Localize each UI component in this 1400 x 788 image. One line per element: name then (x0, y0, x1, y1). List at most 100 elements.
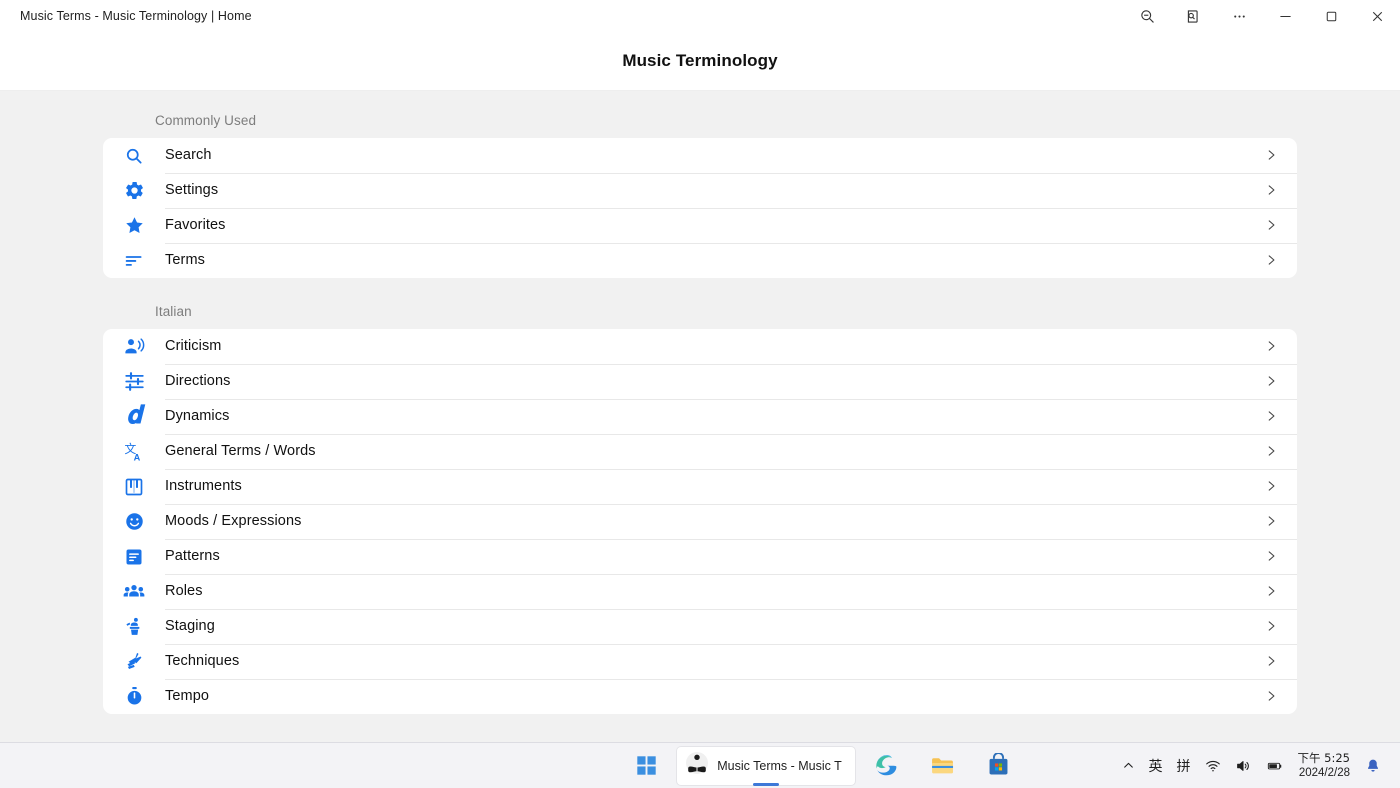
system-tray: 英 拼 下午 5:25 2024/2/28 (1115, 749, 1400, 783)
chevron-right-icon (1261, 581, 1281, 601)
list-item-settings[interactable]: Settings (103, 173, 1297, 209)
piano-keys-icon (121, 474, 147, 500)
chevron-right-icon (1261, 651, 1281, 671)
list-item-criticism[interactable]: Criticism (103, 329, 1297, 365)
list-item-terms[interactable]: Terms (103, 243, 1297, 278)
list-item-label: Patterns (165, 548, 220, 564)
chevron-right-icon (1261, 406, 1281, 426)
title-bar: Music Terms - Music Terminology | Home (0, 0, 1400, 32)
translate-icon: 文 A (121, 439, 147, 465)
list-item-label: Techniques (165, 653, 240, 669)
list-item-moods[interactable]: Moods / Expressions (103, 504, 1297, 540)
stopwatch-icon (121, 684, 147, 710)
battery-icon[interactable] (1258, 749, 1292, 783)
chevron-right-icon (1261, 180, 1281, 200)
section-label: Italian (155, 304, 192, 319)
section-commonly-used: Commonly Used Search Settings Favorites … (103, 113, 1297, 278)
tray-overflow-chevron-icon[interactable] (1115, 749, 1142, 783)
list-item-label: Dynamics (165, 408, 230, 424)
list-item-label: Directions (165, 373, 231, 389)
start-button[interactable] (620, 747, 672, 785)
notification-bell-icon[interactable] (1358, 749, 1388, 783)
list-item-directions[interactable]: Directions (103, 364, 1297, 400)
list-item-body: Criticism (165, 329, 1297, 365)
list-item-roles[interactable]: Roles (103, 574, 1297, 610)
chevron-right-icon (1261, 215, 1281, 235)
list-item-body: Tempo (165, 679, 1297, 714)
list-item-label: Instruments (165, 478, 242, 494)
music-terms-app-icon (685, 751, 709, 780)
chevron-right-icon (1261, 616, 1281, 636)
list-item-body: Patterns (165, 539, 1297, 575)
list-item-patterns[interactable]: Patterns (103, 539, 1297, 575)
list-item-label: Roles (165, 583, 203, 599)
subject-lines-icon (121, 248, 147, 274)
list-item-label: Search (165, 147, 212, 163)
chevron-right-icon (1261, 371, 1281, 391)
wifi-icon[interactable] (1198, 749, 1228, 783)
settings-gear-icon (121, 178, 147, 204)
list-item-staging[interactable]: Staging (103, 609, 1297, 645)
list-item-dynamics[interactable]: 𝐝 Dynamics (103, 399, 1297, 435)
list-item-body: Instruments (165, 469, 1297, 505)
list-item-body: Settings (165, 173, 1297, 209)
window-title: Music Terms - Music Terminology | Home (20, 9, 252, 23)
list-item-techniques[interactable]: Techniques (103, 644, 1297, 680)
clock-time: 下午 5:25 (1297, 750, 1350, 765)
maximize-icon[interactable] (1308, 0, 1354, 32)
close-icon[interactable] (1354, 0, 1400, 32)
zoom-out-icon[interactable] (1124, 0, 1170, 32)
ime-language-indicator[interactable]: 英 (1142, 749, 1170, 783)
app-window: Music Terms - Music Terminology | Home M… (0, 0, 1400, 788)
ime-mode-indicator[interactable]: 拼 (1170, 749, 1198, 783)
list-item-instruments[interactable]: Instruments (103, 469, 1297, 505)
minimize-icon[interactable] (1262, 0, 1308, 32)
forte-icon: 𝐝 (126, 402, 142, 429)
list-item-tempo[interactable]: Tempo (103, 679, 1297, 714)
list-item-label: General Terms / Words (165, 443, 316, 459)
taskbar-app-label: Music Terms - Music T (717, 758, 842, 773)
smiley-face-icon (121, 509, 147, 535)
volume-icon[interactable] (1228, 749, 1258, 783)
tune-sliders-icon (121, 369, 147, 395)
list-item-label: Moods / Expressions (165, 513, 302, 529)
list-item-label: Settings (165, 182, 219, 198)
list-item-body: Roles (165, 574, 1297, 610)
more-options-icon[interactable] (1216, 0, 1262, 32)
list-item-label: Terms (165, 252, 205, 268)
clock-date: 2024/2/28 (1298, 766, 1350, 779)
taskbar-app-file-explorer[interactable] (916, 747, 968, 785)
list-card: Criticism Directions 𝐝 Dynamics 文 A Gene… (103, 329, 1297, 714)
notes-document-icon (121, 544, 147, 570)
podium-icon (121, 614, 147, 640)
chevron-right-icon (1261, 441, 1281, 461)
list-item-body: Moods / Expressions (165, 504, 1297, 540)
list-item-favorites[interactable]: Favorites (103, 208, 1297, 244)
page-title: Music Terminology (622, 51, 778, 70)
taskbar-app-music-terms[interactable]: Music Terms - Music T (676, 745, 857, 786)
chevron-right-icon (1261, 686, 1281, 706)
chevron-right-icon (1261, 476, 1281, 496)
page-header: Music Terminology (0, 32, 1400, 91)
list-item-label: Tempo (165, 688, 210, 704)
list-item-body: Terms (165, 243, 1297, 278)
chevron-right-icon (1261, 336, 1281, 356)
list-item-label: Favorites (165, 217, 226, 233)
list-item-general-terms[interactable]: 文 A General Terms / Words (103, 434, 1297, 470)
list-item-search[interactable]: Search (103, 138, 1297, 174)
content-area: Commonly Used Search Settings Favorites … (0, 91, 1400, 742)
clock[interactable]: 下午 5:25 2024/2/28 (1292, 751, 1358, 780)
taskbar-app-microsoft-store[interactable] (972, 747, 1024, 785)
chevron-right-icon (1261, 250, 1281, 270)
search-page-icon[interactable] (1170, 0, 1216, 32)
chevron-right-icon (1261, 546, 1281, 566)
list-item-body: Staging (165, 609, 1297, 645)
list-item-label: Criticism (165, 338, 222, 354)
people-group-icon (121, 579, 147, 605)
svg-text:A: A (133, 452, 140, 462)
record-voice-over-icon (121, 334, 147, 360)
chevron-right-icon (1261, 511, 1281, 531)
search-icon (121, 143, 147, 169)
sign-language-hand-icon (121, 649, 147, 675)
taskbar-app-edge[interactable] (860, 747, 912, 785)
